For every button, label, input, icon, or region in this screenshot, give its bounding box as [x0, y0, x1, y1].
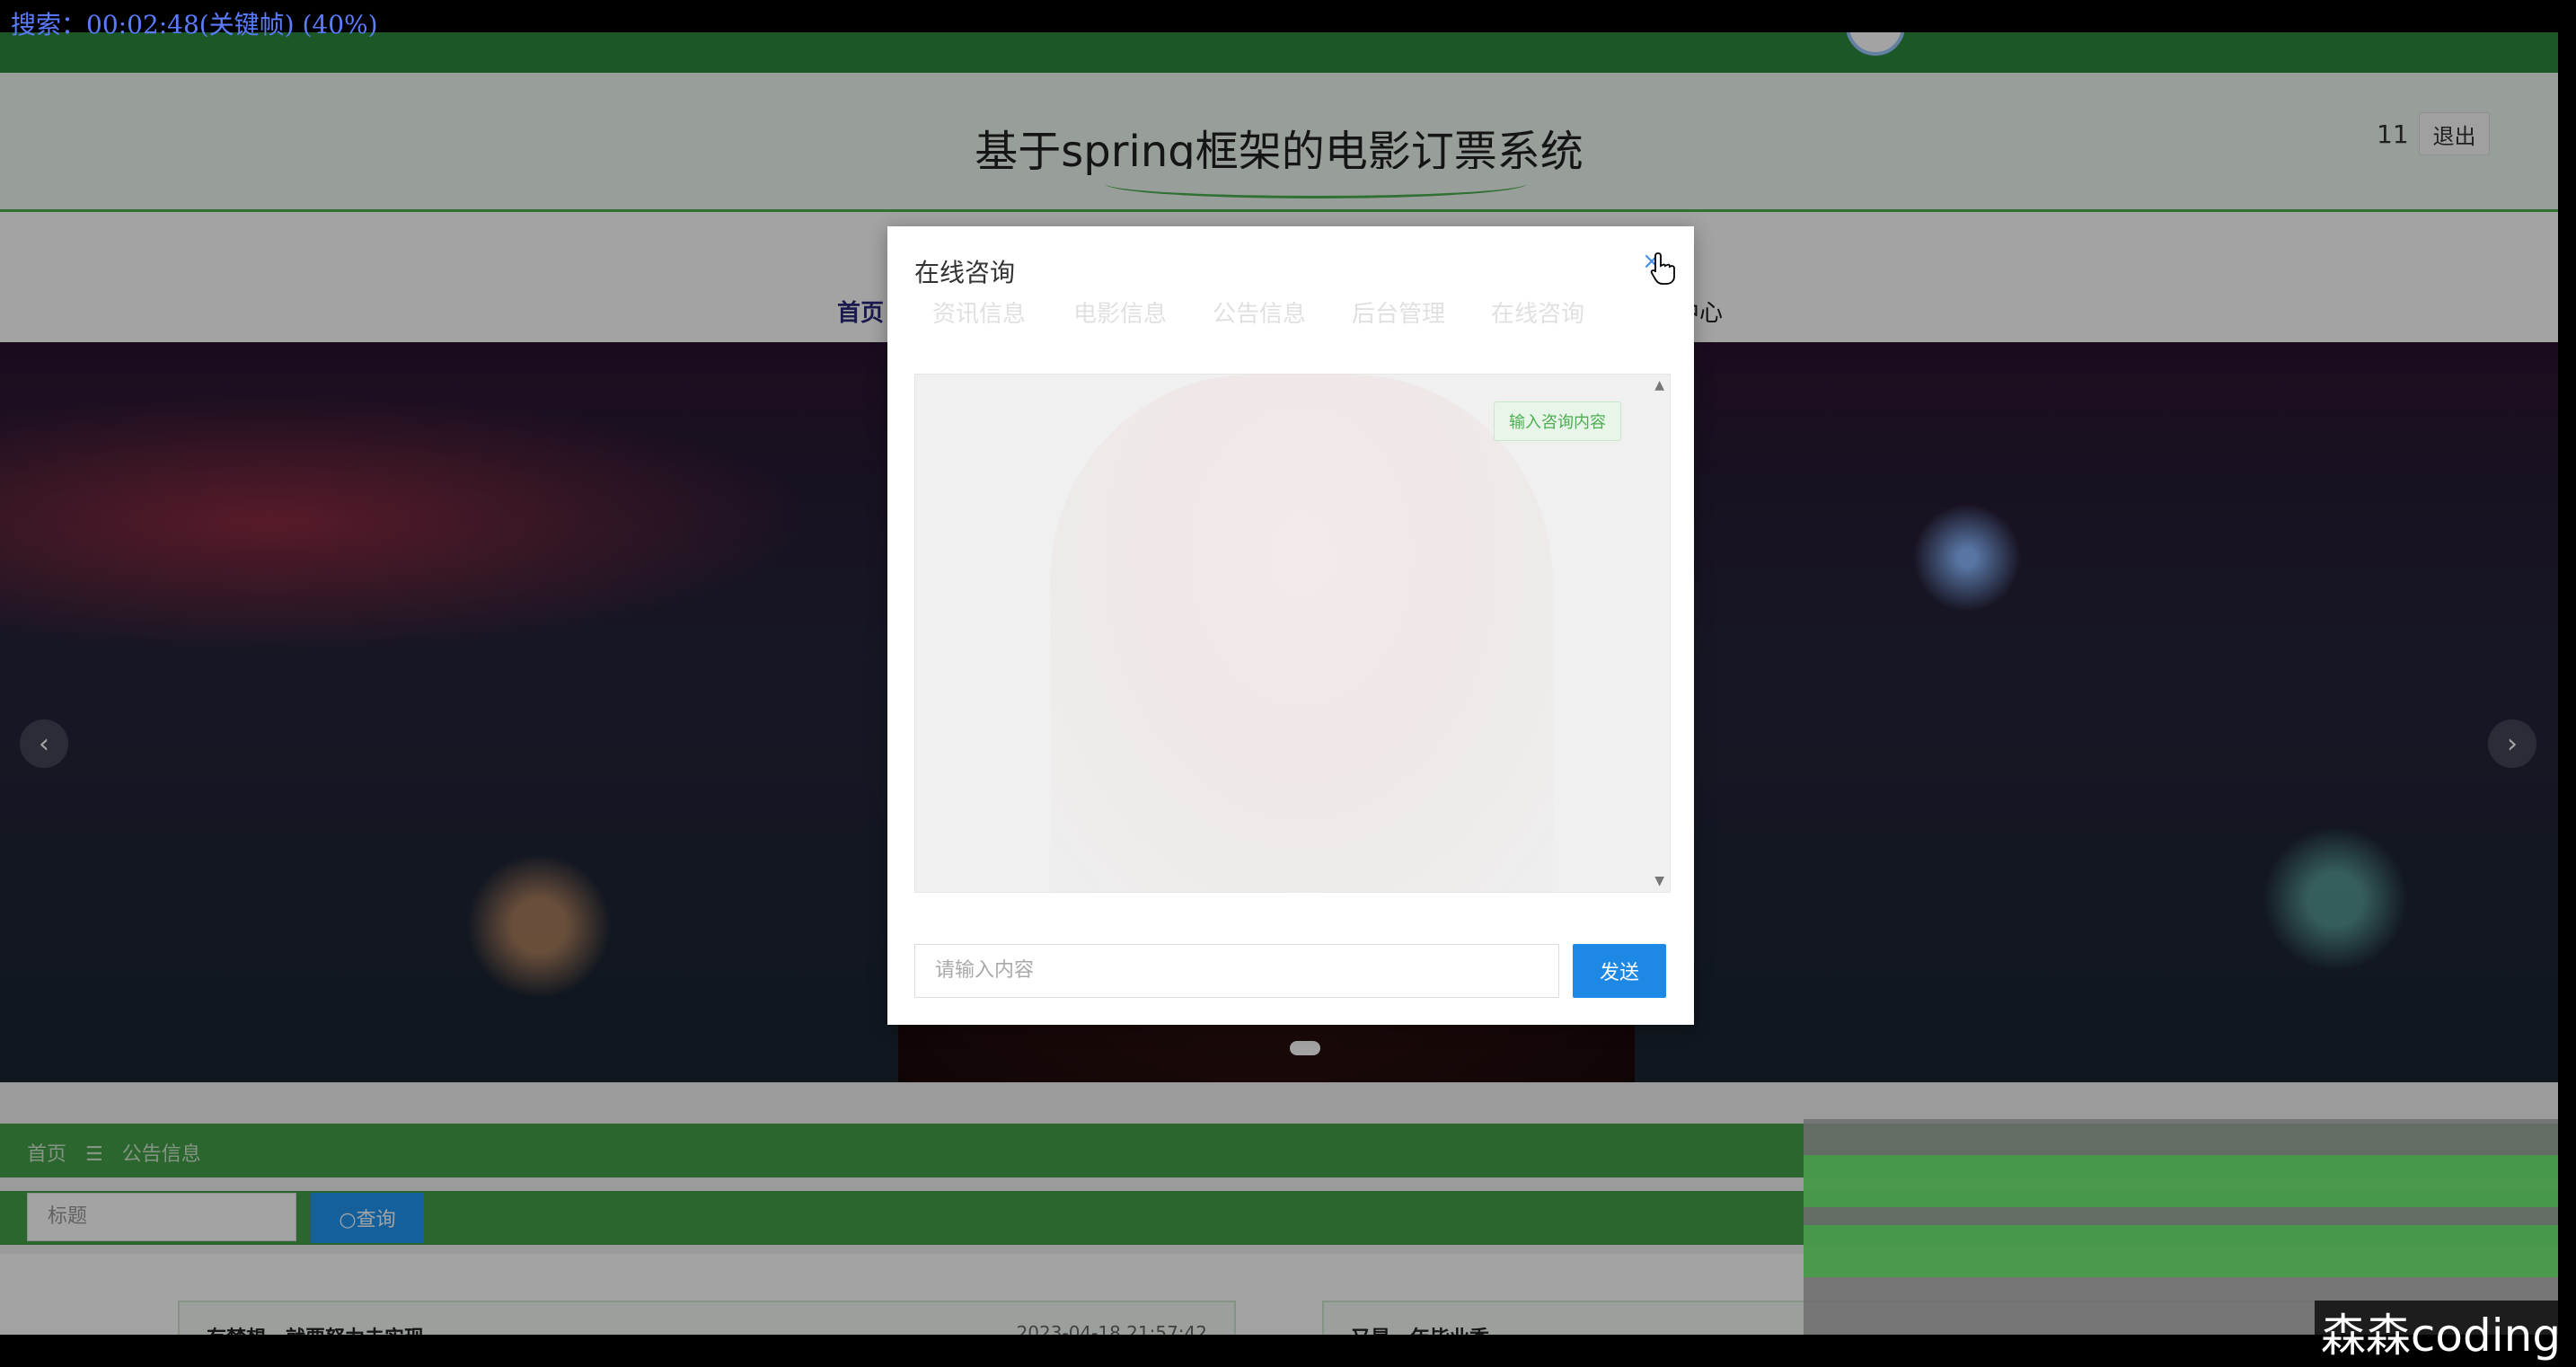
video-right-edge — [2558, 0, 2576, 1367]
send-button[interactable]: 发送 — [1573, 944, 1666, 998]
consult-dialog: 资讯信息 电影信息 公告信息 后台管理 在线咨询 在线咨询 × 输入咨询内容 ▲… — [887, 226, 1694, 1025]
dialog-title: 在线咨询 — [914, 258, 1016, 287]
chat-history[interactable]: 输入咨询内容 ▲ ▼ — [914, 374, 1671, 893]
scroll-down-icon[interactable]: ▼ — [1654, 874, 1664, 888]
blurred-bar — [1804, 1155, 2558, 1207]
ghost-nav-item: 公告信息 — [1213, 301, 1307, 328]
ghost-nav-item: 电影信息 — [1073, 301, 1168, 328]
ghost-nav-item: 资讯信息 — [932, 301, 1027, 328]
search-status-overlay: 搜索：00:02:48(关键帧) (40%) — [11, 10, 378, 40]
page: 基于spring框架的电影订票系统 11 退出 首页 资讯信息 电影信息 公告信… — [0, 32, 2558, 1335]
watermark: 森森coding — [2315, 1301, 2567, 1363]
blurred-bar — [1804, 1225, 2558, 1277]
video-bottom-bar — [0, 1335, 2576, 1367]
ghost-nav-item: 后台管理 — [1352, 301, 1446, 328]
chat-message: 输入咨询内容 — [1494, 401, 1621, 441]
message-input[interactable]: 请输入内容 — [914, 944, 1559, 998]
hand-cursor-icon — [1650, 252, 1675, 285]
watermark-text: 森森coding — [2320, 1310, 2562, 1362]
ghost-image — [1050, 375, 1553, 892]
ghost-nav: 资讯信息 电影信息 公告信息 后台管理 在线咨询 — [887, 295, 1694, 331]
video-top-bar — [0, 0, 2576, 32]
ghost-nav-item: 在线咨询 — [1491, 301, 1585, 328]
scroll-up-icon[interactable]: ▲ — [1654, 378, 1664, 392]
